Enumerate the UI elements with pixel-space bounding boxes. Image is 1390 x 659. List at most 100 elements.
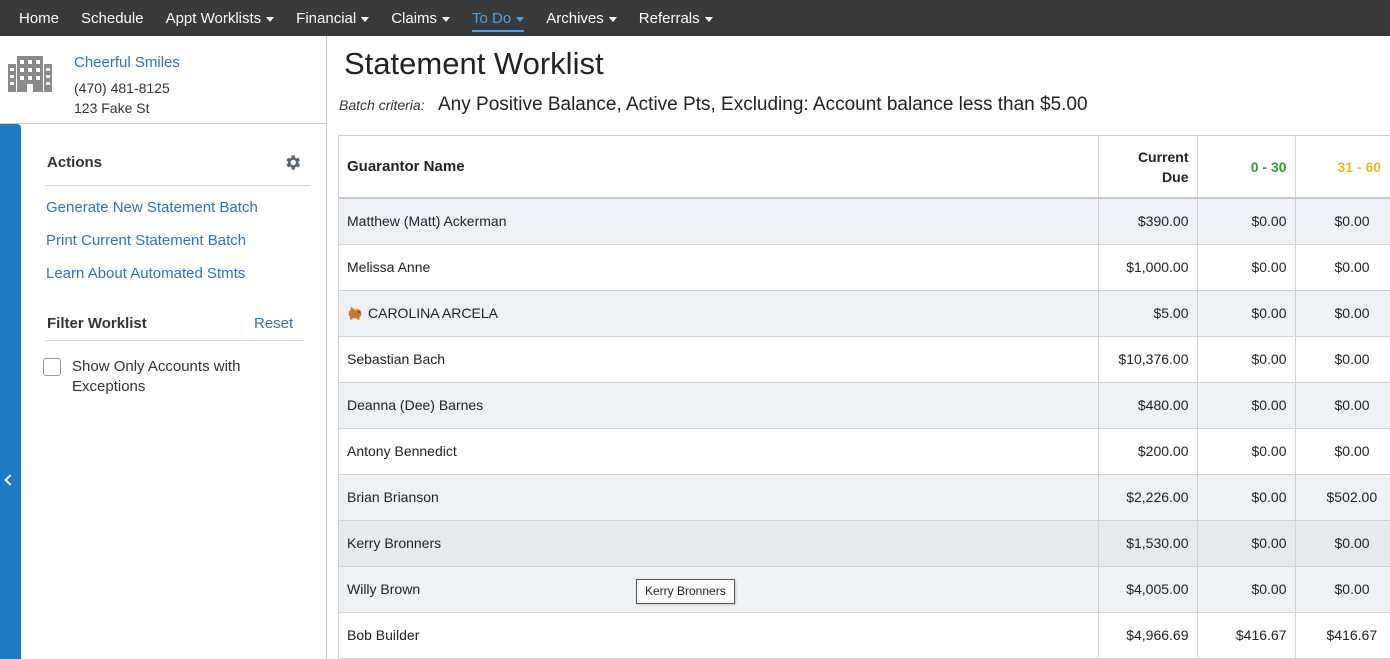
guarantor-name: Brian Brianson — [339, 474, 1098, 521]
exceptions-checkbox[interactable] — [43, 358, 61, 376]
aging-0-30: $0.00 — [1196, 290, 1295, 337]
aging-0-30: $0.00 — [1196, 474, 1295, 521]
aging-31-60: $502.00 — [1294, 474, 1390, 521]
nav-referrals[interactable]: Referrals — [639, 0, 713, 36]
aging-0-30: $0.00 — [1196, 244, 1295, 291]
nav-appt-worklists[interactable]: Appt Worklists — [166, 0, 275, 36]
caret-down-icon — [266, 16, 275, 22]
current-due: $200.00 — [1097, 428, 1197, 475]
aging-31-60: $0.00 — [1294, 336, 1390, 383]
aging-31-60: $0.00 — [1294, 566, 1390, 613]
col-aging-31-60[interactable]: 31 - 60 — [1294, 136, 1390, 199]
col-current-due-line1: Current — [1137, 148, 1189, 165]
nav-claims[interactable]: Claims — [391, 0, 451, 36]
nav-appt-worklists-label: Appt Worklists — [165, 9, 262, 27]
guarantor-name: Melissa Anne — [339, 244, 1098, 291]
row-tooltip: Kerry Bronners — [636, 579, 735, 604]
col-current-due-line2: Due — [1162, 168, 1189, 185]
table-row[interactable]: Sebastian Bach $10,376.00 $0.00 $0.00 — [339, 336, 1390, 383]
nav-schedule[interactable]: Schedule — [81, 0, 144, 36]
aging-31-60: $0.00 — [1294, 428, 1390, 475]
generate-statement-batch-link[interactable]: Generate New Statement Batch — [46, 199, 258, 216]
statement-table-container: Guarantor Name Current Due 0 - 30 31 - 60… — [338, 135, 1390, 659]
aging-0-30: $416.67 — [1196, 612, 1295, 659]
practice-address: 123 Fake St — [74, 100, 150, 116]
current-due: $5.00 — [1097, 290, 1197, 337]
nav-referrals-label: Referrals — [638, 9, 700, 27]
nav-to-do-label: To Do — [472, 9, 512, 27]
table-row[interactable]: Brian Brianson $2,226.00 $0.00 $502.00 — [339, 474, 1390, 521]
actions-heading: Actions — [47, 154, 103, 171]
current-due: $390.00 — [1097, 198, 1197, 245]
sidebar-collapse-toggle[interactable] — [0, 124, 21, 659]
building-icon — [8, 56, 52, 92]
caret-down-icon — [608, 16, 617, 22]
reset-filter-link[interactable]: Reset — [254, 315, 293, 332]
guarantor-name-cell: CAROLINA ARCELA — [339, 290, 1098, 337]
aging-31-60: $0.00 — [1294, 290, 1390, 337]
table-row[interactable]: Deanna (Dee) Barnes $480.00 $0.00 $0.00 — [339, 382, 1390, 429]
col-current-due[interactable]: Current Due — [1097, 136, 1197, 199]
current-due: $10,376.00 — [1097, 336, 1197, 383]
table-row[interactable]: Antony Bennedict $200.00 $0.00 $0.00 — [339, 428, 1390, 475]
table-header-row: Guarantor Name Current Due 0 - 30 31 - 60 — [339, 136, 1390, 199]
table-row[interactable]: Matthew (Matt) Ackerman $390.00 $0.00 $0… — [339, 198, 1390, 245]
guarantor-name: Kerry Bronners — [339, 520, 1098, 567]
nav-schedule-label: Schedule — [81, 9, 144, 27]
current-due: $4,966.69 — [1097, 612, 1197, 659]
table-row[interactable]: CAROLINA ARCELA $5.00 $0.00 $0.00 — [339, 290, 1390, 337]
nav-archives[interactable]: Archives — [546, 0, 617, 36]
aging-31-60: $0.00 — [1294, 198, 1390, 245]
aging-0-30: $0.00 — [1196, 336, 1295, 383]
current-due: $1,530.00 — [1097, 520, 1197, 567]
col-aging-0-30[interactable]: 0 - 30 — [1196, 136, 1295, 199]
nav-to-do[interactable]: To Do — [472, 0, 525, 36]
practice-phone: (470) 481-8125 — [74, 80, 170, 96]
aging-0-30: $0.00 — [1196, 198, 1295, 245]
guarantor-name: Deanna (Dee) Barnes — [339, 382, 1098, 429]
batch-criteria-value: Any Positive Balance, Active Pts, Exclud… — [438, 94, 1088, 115]
guarantor-name: CAROLINA ARCELA — [368, 305, 498, 321]
caret-down-icon — [361, 16, 370, 22]
print-statement-batch-link[interactable]: Print Current Statement Batch — [46, 232, 246, 249]
practice-name-link[interactable]: Cheerful Smiles — [74, 54, 180, 71]
aging-0-30: $0.00 — [1196, 520, 1295, 567]
nav-financial-label: Financial — [296, 9, 357, 27]
col-guarantor-name[interactable]: Guarantor Name — [339, 136, 1098, 199]
top-nav: Home Schedule Appt Worklists Financial C… — [0, 0, 1390, 36]
nav-home[interactable]: Home — [19, 0, 59, 36]
aging-0-30: $0.00 — [1196, 428, 1295, 475]
caret-down-icon — [442, 16, 451, 22]
nav-claims-label: Claims — [391, 9, 438, 27]
panel-divider — [326, 36, 327, 659]
practice-header: Cheerful Smiles (470) 481-8125 123 Fake … — [0, 36, 326, 124]
aging-31-60: $416.67 — [1294, 612, 1390, 659]
learn-automated-stmts-link[interactable]: Learn About Automated Stmts — [46, 265, 245, 282]
piggy-bank-icon — [348, 306, 362, 320]
current-due: $2,226.00 — [1097, 474, 1197, 521]
exceptions-checkbox-label[interactable]: Show Only Accounts with Exceptions — [72, 357, 292, 397]
caret-down-icon — [704, 16, 713, 22]
nav-home-label: Home — [19, 9, 60, 27]
caret-down-icon — [516, 16, 525, 22]
current-due: $480.00 — [1097, 382, 1197, 429]
table-row[interactable]: Kerry Bronners $1,530.00 $0.00 $0.00 — [339, 520, 1390, 567]
gear-icon[interactable] — [283, 153, 302, 172]
chevron-left-icon — [4, 474, 16, 486]
nav-financial[interactable]: Financial — [296, 0, 370, 36]
table-row[interactable]: Willy Brown $4,005.00 $0.00 $0.00 — [339, 566, 1390, 613]
current-due: $4,005.00 — [1097, 566, 1197, 613]
aging-31-60: $0.00 — [1294, 244, 1390, 291]
guarantor-name: Matthew (Matt) Ackerman — [339, 198, 1098, 245]
guarantor-name: Bob Builder — [339, 612, 1098, 659]
table-row[interactable]: Bob Builder $4,966.69 $416.67 $416.67 — [339, 612, 1390, 659]
aging-0-30: $0.00 — [1196, 382, 1295, 429]
aging-31-60: $0.00 — [1294, 520, 1390, 567]
statement-table: Guarantor Name Current Due 0 - 30 31 - 60… — [339, 136, 1390, 659]
page-title: Statement Worklist — [344, 46, 604, 81]
filter-divider — [45, 340, 304, 341]
guarantor-name: Antony Bennedict — [339, 428, 1098, 475]
current-due: $1,000.00 — [1097, 244, 1197, 291]
nav-archives-label: Archives — [546, 9, 604, 27]
table-row[interactable]: Melissa Anne $1,000.00 $0.00 $0.00 — [339, 244, 1390, 291]
